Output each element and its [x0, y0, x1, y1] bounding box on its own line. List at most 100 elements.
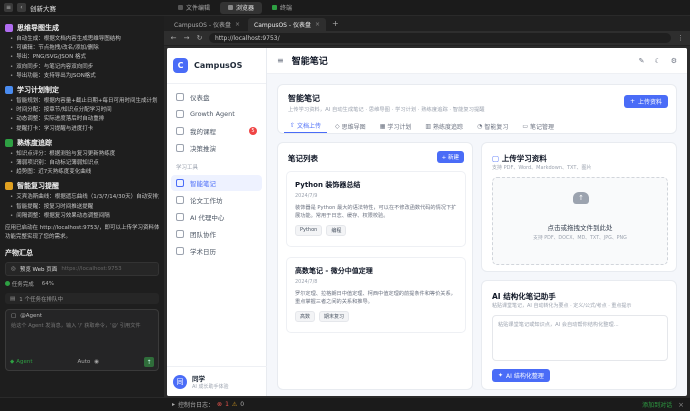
- ai-subtitle: 粘贴课堂笔记，AI 自动转化为要点 · 定义/公式/考点 · 重点提示: [492, 303, 632, 309]
- status-dot-icon: [5, 281, 10, 287]
- sidebar-item-decision[interactable]: 决策推演: [171, 140, 262, 156]
- upload-button[interactable]: + 上传资料: [623, 95, 668, 108]
- app-logo: C: [173, 58, 188, 73]
- list-item: 提醒打卡：学习提醒与进度打卡: [5, 125, 159, 134]
- address-bar-row: ← → ↻ http://localhost:9753/ ⋮: [164, 31, 690, 46]
- error-count: 1: [225, 401, 229, 408]
- mic-icon[interactable]: ◉: [94, 359, 99, 365]
- note-title: Python 装饰器总结: [295, 181, 361, 189]
- close-icon[interactable]: ×: [235, 21, 240, 28]
- ai-assistant-card: AI 结构化笔记助手 粘贴课堂笔记，AI 自动转化为要点 · 定义/公式/考点 …: [481, 280, 677, 390]
- browser-tab[interactable]: CampusOS - 仪表盘 ×: [168, 18, 246, 31]
- mindmap-icon: ◇: [335, 122, 340, 130]
- chart-icon: [5, 138, 13, 147]
- output-title: 产物汇总: [5, 249, 33, 258]
- list-item: 可编辑：节点拖拽/改名/添加/删除: [5, 44, 159, 53]
- sidebar-item-paper[interactable]: 论文工作坊: [171, 192, 262, 208]
- chat-footer-text: 应用已启动在 http://localhost:9753/，即可以上传学习资料体…: [5, 225, 159, 232]
- user-profile[interactable]: 同 同学 AI 成长助手体验: [167, 366, 267, 396]
- sidebar-item-growth-agent[interactable]: Growth Agent: [171, 106, 262, 122]
- window-topbar: ≡ ‹ 创新大赛 文件编辑 浏览器 终端: [0, 0, 690, 16]
- note-card[interactable]: 高数笔记 - 微分中值定理 2024/7/8 罗尔定理、拉格朗日中值定理、柯西中…: [286, 257, 466, 333]
- browser-panel: CampusOS - 仪表盘 × CampusOS - 仪表盘 × + ← → …: [164, 16, 690, 397]
- tab-mastery[interactable]: ▥ 熟练度追踪: [419, 119, 469, 133]
- note-tag[interactable]: 高数: [295, 311, 316, 322]
- brain-icon: [5, 24, 13, 32]
- note-card[interactable]: Python 装饰器总结 2024/7/9 装饰器是 Python 最大的语法特…: [286, 171, 466, 247]
- user-subtitle: AI 成长助手体验: [192, 384, 229, 390]
- tab-terminal[interactable]: 终端: [264, 2, 300, 14]
- sidebar-item-ai[interactable]: AI 代理中心: [171, 209, 262, 225]
- file-icon: ▢: [492, 154, 500, 163]
- decision-icon: [176, 144, 184, 152]
- task-status: 任务完成 64%: [5, 280, 159, 288]
- dashboard-icon: [176, 93, 184, 101]
- sidebar-item-dashboard[interactable]: 仪表盘: [171, 89, 262, 105]
- model-select[interactable]: Auto: [77, 359, 90, 365]
- url-input[interactable]: http://localhost:9753/: [209, 33, 671, 43]
- list-item: 导出功能：支持导出为JSON格式: [5, 72, 159, 81]
- note-tag[interactable]: Python: [295, 225, 323, 236]
- tab-browser[interactable]: 浏览器: [220, 1, 263, 14]
- tab-file-editor[interactable]: 文件编辑: [170, 2, 218, 14]
- hamburger-icon[interactable]: ≡: [277, 56, 284, 65]
- agent-mode-select[interactable]: ◆ Agent: [10, 359, 33, 365]
- list-icon: ▤: [10, 295, 16, 302]
- file-dropzone[interactable]: ↑ 点击或拖拽文件到此处 支持 PDF、DOCX、MD、TXT、JPG、PNG: [492, 177, 668, 265]
- sidebar-item-notes[interactable]: 智能笔记: [171, 175, 262, 191]
- agent-input[interactable]: 给这个 Agent 发消息，输入 '/' 获取命令，'@' 引用文件: [6, 322, 158, 330]
- notes-header-card: 智能笔记 上传学习资料，AI 自动生成笔记 · 思维导图 · 学习计划 · 熟练…: [277, 84, 677, 134]
- forward-icon[interactable]: →: [183, 34, 190, 42]
- queue-indicator[interactable]: ▤ 1 个任务在排队中: [5, 293, 159, 305]
- reload-icon[interactable]: ↻: [196, 34, 203, 42]
- tab-plan[interactable]: ▦ 学习计划: [374, 119, 418, 133]
- menu-icon[interactable]: ≡: [4, 3, 13, 12]
- add-to-chat-button[interactable]: 添加到对话: [642, 400, 672, 409]
- status-badge: 5: [249, 127, 257, 135]
- upload-title: ▢ 上传学习资料: [492, 154, 547, 163]
- agent-input-box[interactable]: ▢ @Agent 给这个 Agent 发消息，输入 '/' 获取命令，'@' 引…: [5, 309, 159, 372]
- sidebar-item-team[interactable]: 团队协作: [171, 226, 262, 242]
- console-log[interactable]: ▸ 控制台日志： ⊗ 1 ⚠ 0: [172, 400, 244, 409]
- chat-section-mindmap: 思维导图生成 自动生成：根据文档内容生成思维导图结构 可编辑：节点拖拽/改名/添…: [5, 23, 159, 81]
- close-icon[interactable]: ×: [678, 401, 684, 409]
- globe-icon: ◎: [11, 266, 16, 273]
- back-icon[interactable]: ←: [170, 34, 177, 42]
- close-icon[interactable]: ×: [315, 21, 320, 28]
- upload-subtitle: 支持 PDF、Word、Markdown、TXT、图片: [492, 165, 592, 171]
- course-icon: [176, 127, 184, 135]
- back-icon[interactable]: ‹: [17, 3, 26, 12]
- note-excerpt: 罗尔定理、拉格朗日中值定理、柯西中值定理的前提条件和等价关系，重点掌握三者之间的…: [295, 291, 456, 305]
- tab-mindmap[interactable]: ◇ 思维导图: [329, 119, 372, 133]
- tab-review[interactable]: ◔ 智能复习: [471, 119, 514, 133]
- notes-list-card: 笔记列表 + 新建 Python 装饰器总结 2024/7/9 装饰器是 Pyt…: [277, 142, 473, 390]
- chat-section-mastery: 熟练度追踪 知识点评分：根据测验与复习更新熟练度 薄弱项识别：自动标记薄弱知识点…: [5, 138, 159, 178]
- feature-tabs: ⇧ 文档上传 ◇ 思维导图 ▦ 学习计划 ▥ 熟练度追踪 ◔ 智能复习 ▭ 笔记管理: [284, 119, 560, 133]
- note-tag[interactable]: 编程: [326, 225, 347, 236]
- note-tag[interactable]: 期末复习: [319, 311, 350, 322]
- page-header: ≡ 智能笔记 ✎ ☾ ⚙: [267, 48, 687, 74]
- terminal-icon: ▸: [172, 401, 176, 408]
- bell-icon: ◔: [477, 122, 483, 130]
- preview-web-button[interactable]: ◎ 预览 Web 页面 https://localhost:9753: [5, 262, 159, 277]
- edit-icon[interactable]: ✎: [639, 57, 645, 65]
- progress-percent: 64%: [41, 281, 54, 288]
- settings-icon[interactable]: ⚙: [671, 57, 677, 65]
- project-title[interactable]: 创新大赛: [30, 3, 56, 13]
- chat-footer-text-2: 功能完整实现了您的需求。: [5, 234, 72, 241]
- browser-tab-active[interactable]: CampusOS - 仪表盘 ×: [248, 18, 326, 31]
- send-button[interactable]: ↑: [143, 357, 154, 368]
- tab-manage[interactable]: ▭ 笔记管理: [516, 119, 560, 133]
- moon-icon[interactable]: ☾: [654, 57, 660, 65]
- list-item: 导出：PNG/SVG/JSON 格式: [5, 53, 159, 62]
- list-item: 间隔调整：根据复习效果动态调整间隔: [5, 212, 159, 221]
- tab-upload[interactable]: ⇧ 文档上传: [284, 119, 328, 133]
- new-tab-icon[interactable]: +: [328, 19, 343, 28]
- sidebar-item-calendar[interactable]: 学术日历: [171, 243, 262, 259]
- note-date: 2024/7/9: [295, 193, 318, 199]
- more-icon[interactable]: ⋮: [677, 34, 684, 42]
- ai-notes-textarea[interactable]: 粘贴课堂笔记或知识点，AI 会自动帮你结构化整理...: [492, 315, 668, 361]
- new-note-button[interactable]: + 新建: [436, 151, 464, 163]
- ai-structure-button[interactable]: ✦ AI 结构化整理: [492, 369, 550, 382]
- sidebar-item-courses[interactable]: 我的课程 5: [171, 123, 262, 139]
